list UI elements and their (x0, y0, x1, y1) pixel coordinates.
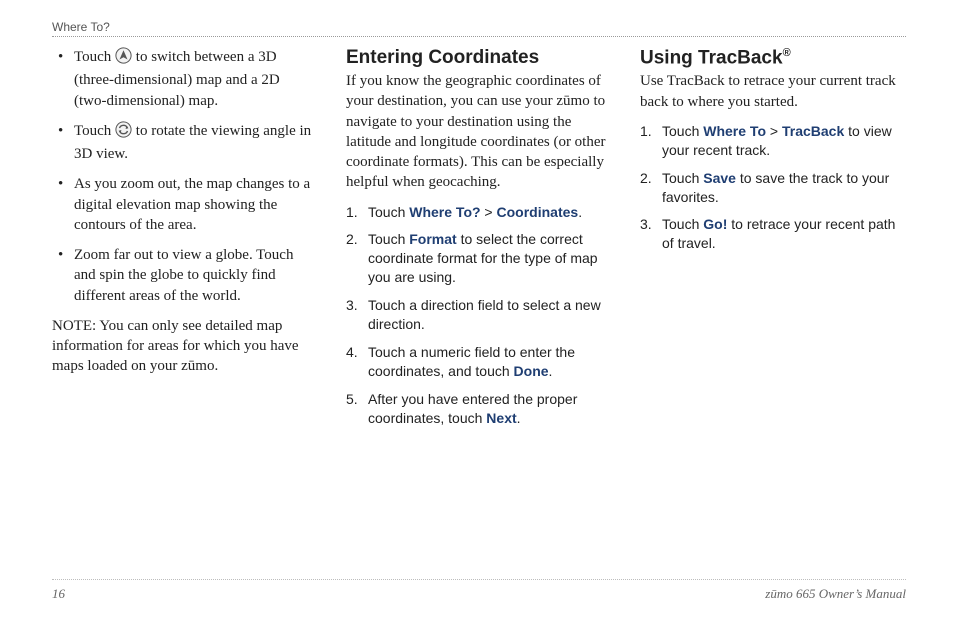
page-footer: 16 zūmo 665 Owner’s Manual (52, 579, 906, 602)
registered-mark: ® (783, 47, 791, 59)
manual-title: zūmo 665 Owner’s Manual (765, 586, 906, 602)
bullet-post: Zoom far out to view a globe. Touch and … (74, 247, 293, 304)
step-item: After you have entered the proper coordi… (346, 390, 612, 428)
ui-keyword: Save (703, 170, 736, 186)
step-item: Touch Go! to retrace your recent path of… (640, 215, 906, 253)
step-item: Touch Where To? > Coordinates. (346, 203, 612, 222)
ui-keyword: Coordinates (497, 204, 579, 220)
bullet-item: Touch to rotate the viewing angle in 3D … (52, 121, 318, 165)
bullet-pre: Touch (74, 49, 115, 65)
step-item: Touch Format to select the correct coord… (346, 230, 612, 287)
page-number: 16 (52, 586, 65, 602)
step-item: Touch Where To > TracBack to view your r… (640, 122, 906, 160)
step-item: Touch Save to save the track to your fav… (640, 169, 906, 207)
bullet-item: Touch to switch between a 3D (three‑dime… (52, 47, 318, 111)
manual-page: Where To? Touch to switch between a 3D (… (0, 0, 954, 618)
step-item: Touch a direction field to select a new … (346, 296, 612, 334)
heading-using-tracback: Using TracBack® (640, 47, 906, 69)
map-note: NOTE: You can only see detailed map info… (52, 316, 318, 377)
tracback-intro: Use TracBack to retrace your current tra… (640, 71, 906, 112)
tracback-steps: Touch Where To > TracBack to view your r… (640, 122, 906, 253)
ui-keyword: Done (514, 363, 549, 379)
column-1: Touch to switch between a 3D (three‑dime… (52, 47, 318, 436)
ui-keyword: Next (486, 410, 516, 426)
column-3: Using TracBack® Use TracBack to retrace … (640, 47, 906, 436)
column-2: Entering Coordinates If you know the geo… (346, 47, 612, 436)
3d-toggle-icon (115, 47, 132, 70)
bullet-item: As you zoom out, the map changes to a di… (52, 174, 318, 235)
heading-text: Using TracBack (640, 47, 783, 68)
bullet-item: Zoom far out to view a globe. Touch and … (52, 245, 318, 306)
content-columns: Touch to switch between a 3D (three‑dime… (52, 47, 906, 436)
bullet-post: As you zoom out, the map changes to a di… (74, 176, 310, 233)
step-item: Touch a numeric field to enter the coord… (346, 343, 612, 381)
rotate-icon (115, 121, 132, 144)
ui-keyword: Format (409, 231, 456, 247)
coordinates-intro: If you know the geographic coordinates o… (346, 71, 612, 193)
section-breadcrumb: Where To? (52, 20, 110, 34)
ui-keyword: TracBack (782, 123, 844, 139)
ui-keyword: Where To? (409, 204, 480, 220)
ui-keyword: Go! (703, 216, 727, 232)
bullet-pre: Touch (74, 123, 115, 139)
ui-keyword: Where To (703, 123, 766, 139)
coordinates-steps: Touch Where To? > Coordinates. Touch For… (346, 203, 612, 428)
heading-entering-coordinates: Entering Coordinates (346, 47, 612, 69)
map-view-bullets: Touch to switch between a 3D (three‑dime… (52, 47, 318, 306)
page-header: Where To? (52, 20, 906, 37)
